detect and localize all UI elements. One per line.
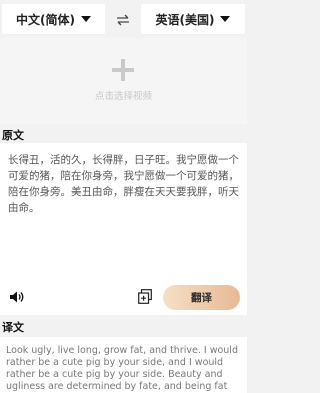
swap-arrows-icon [117, 14, 129, 26]
translation-text: Look ugly, live long, grow fat, and thri… [6, 345, 238, 392]
video-upload-area[interactable]: 点击选择视频 [0, 38, 247, 124]
dropdown-caret-icon [80, 16, 91, 22]
language-bar: 中文(简体) 英语(美国) [0, 0, 247, 38]
dropdown-caret-icon [220, 16, 231, 22]
copy-icon[interactable] [138, 289, 152, 304]
translate-button[interactable]: 翻译 [163, 285, 240, 310]
target-section-title: 译文 [2, 321, 24, 334]
upload-hint: 点击选择视频 [94, 91, 152, 102]
target-language-selector[interactable]: 英语(美国) [141, 4, 245, 34]
target-language-label: 英语(美国) [155, 12, 215, 27]
source-section-title: 原文 [2, 129, 24, 142]
speaker-icon[interactable] [9, 290, 25, 304]
translation-output-area: Look ugly, live long, grow fat, and thri… [0, 337, 247, 393]
source-text: 长得丑，活的久，长得胖，日子旺。我宁愿做一个可爱的猪，陪在你身旁，我宁愿做一个可… [8, 154, 239, 214]
source-language-label: 中文(简体) [16, 12, 75, 27]
source-language-selector[interactable]: 中文(简体) [2, 4, 105, 34]
plus-icon [112, 59, 134, 81]
swap-languages-button[interactable] [111, 10, 135, 30]
